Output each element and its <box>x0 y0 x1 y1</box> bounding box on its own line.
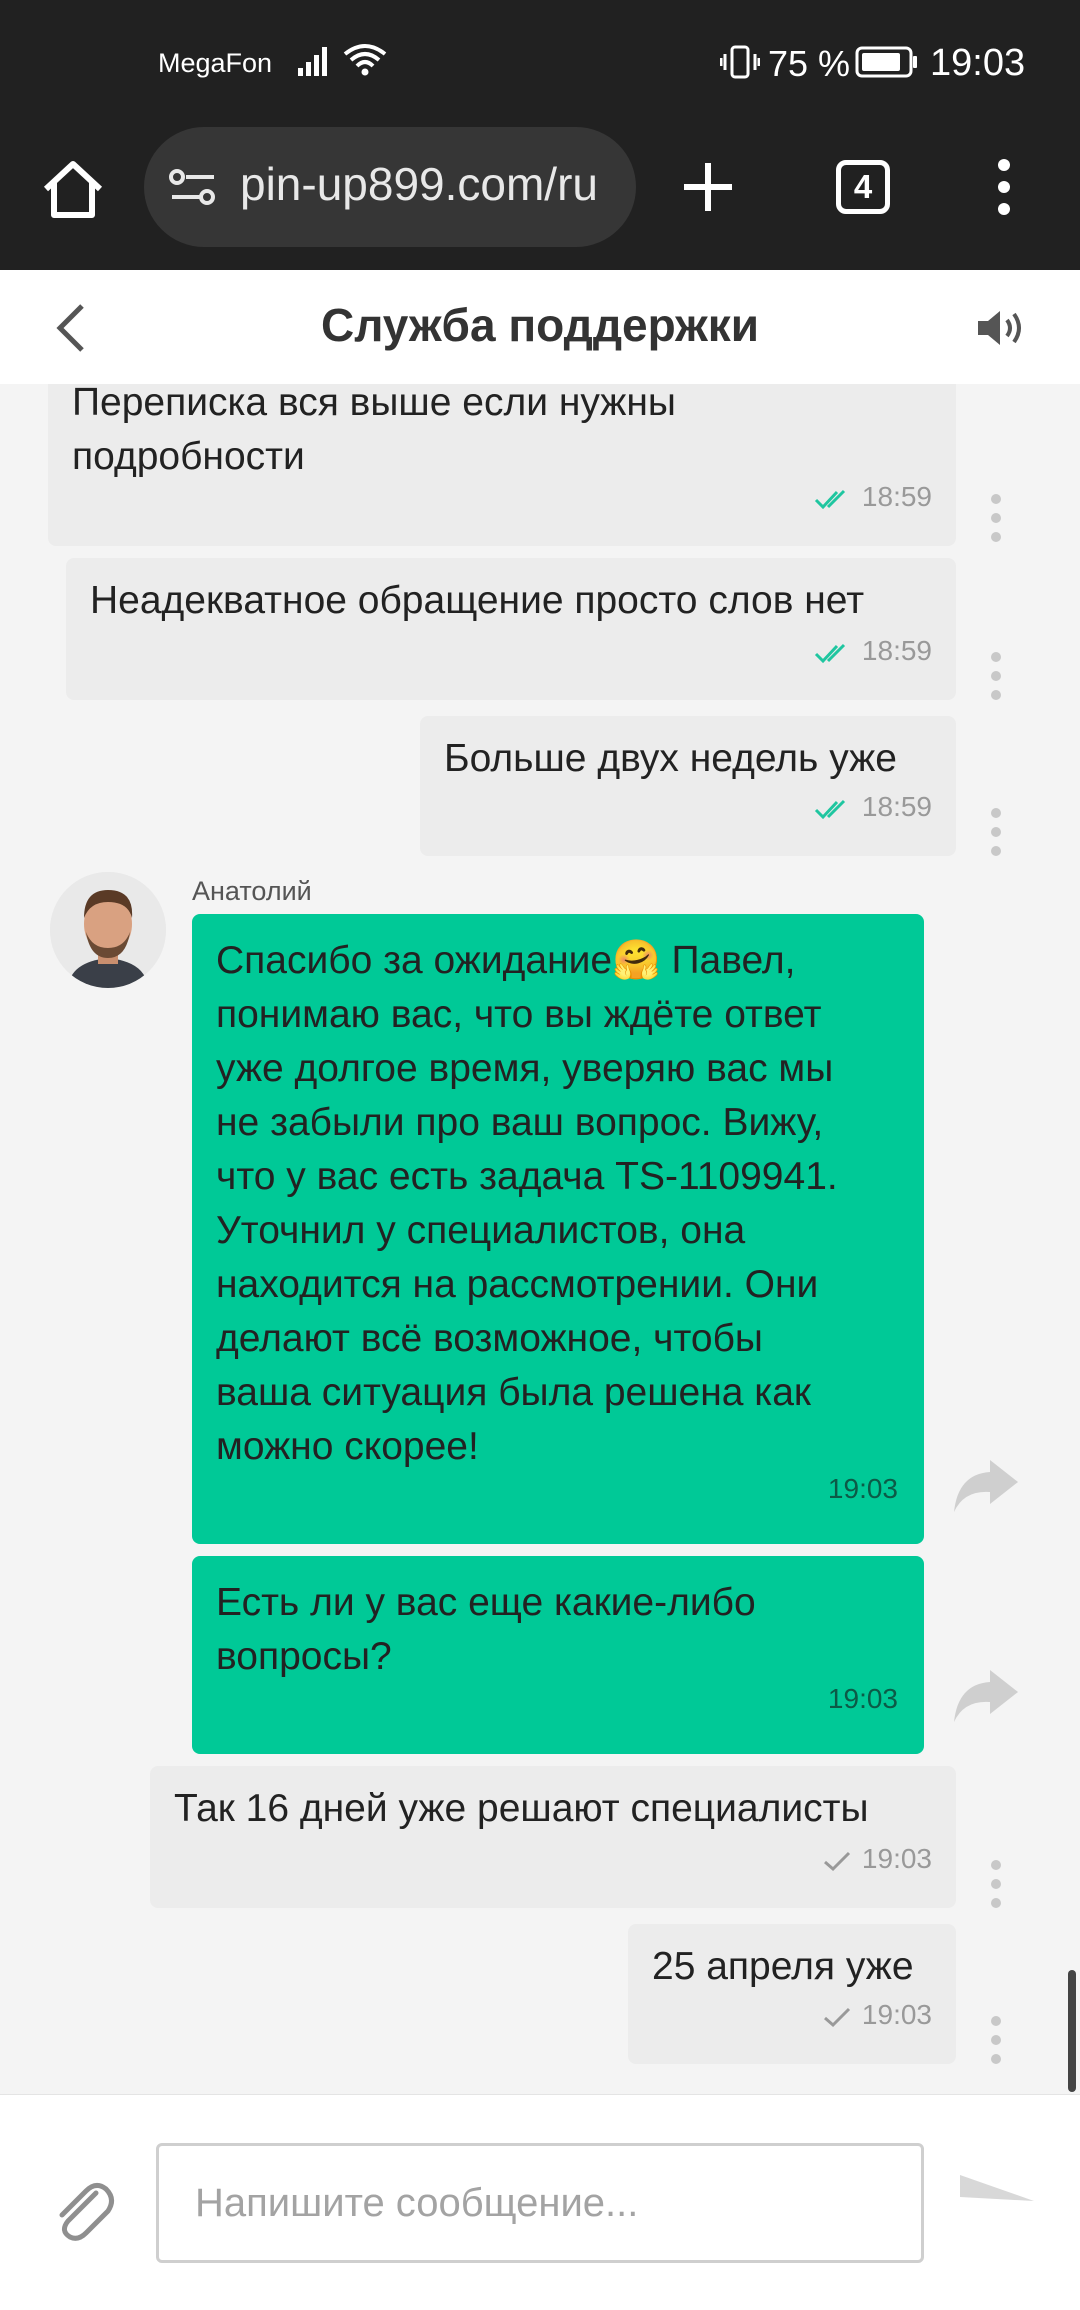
home-icon[interactable] <box>38 155 108 225</box>
browser-toolbar: pin-up899.com/ru 4 <box>0 125 1080 270</box>
share-icon[interactable] <box>950 1456 1020 1516</box>
message-options-icon[interactable] <box>988 494 1004 551</box>
carrier-label: MegaFon <box>158 48 273 78</box>
double-check-icon <box>814 799 845 819</box>
check-icon <box>823 2007 850 2027</box>
agent-message: Есть ли у вас еще какие-либо вопросы? 19… <box>192 1556 924 1754</box>
message-options-icon[interactable] <box>988 808 1004 865</box>
tab-switcher-button[interactable]: 4 <box>836 160 890 214</box>
message-meta: 19:03 <box>822 1988 932 2042</box>
send-icon[interactable] <box>958 2171 1036 2231</box>
message-text: Есть ли у вас еще какие-либо вопросы? <box>216 1581 756 1678</box>
message-meta: 18:59 <box>814 624 932 678</box>
user-message: Переписка вся выше если нужны подробност… <box>48 384 956 546</box>
message-text: Спасибо за ожидание🤗 Павел, понимаю вас,… <box>216 939 838 1468</box>
message-composer <box>0 2094 1080 2310</box>
paperclip-icon[interactable] <box>52 2175 116 2245</box>
message-meta: 19:03 <box>822 1832 932 1886</box>
message-meta: 18:59 <box>814 780 932 834</box>
user-message: Так 16 дней уже решают специалисты 19:03 <box>150 1766 956 1908</box>
signal-icon <box>298 47 327 76</box>
message-meta: 18:59 <box>814 470 932 524</box>
clock: 19:03 <box>930 42 1026 84</box>
status-bar: MegaFon 75 % 19:03 <box>0 0 1080 125</box>
message-time: 18:59 <box>861 635 932 666</box>
page-title: Служба поддержки <box>320 299 760 351</box>
message-text: 25 апреля уже <box>652 1945 914 1988</box>
more-menu-icon[interactable] <box>992 157 1016 217</box>
new-tab-icon[interactable] <box>680 159 736 215</box>
message-time: 19:03 <box>827 1473 898 1504</box>
agent-avatar <box>50 872 166 988</box>
chat-header: Служба поддержки <box>0 270 1080 384</box>
agent-name: Анатолий <box>192 876 312 906</box>
vibrate-icon <box>720 45 760 79</box>
double-check-icon <box>814 643 845 663</box>
url-bar[interactable]: pin-up899.com/ru <box>144 127 636 247</box>
message-options-icon[interactable] <box>988 2016 1004 2073</box>
user-message: Больше двух недель уже 18:59 <box>420 716 956 856</box>
battery-percent: 75 % <box>768 43 851 84</box>
sound-icon[interactable] <box>974 306 1028 350</box>
message-text: Так 16 дней уже решают специалисты <box>174 1787 869 1830</box>
double-check-icon <box>814 489 845 509</box>
scrollbar[interactable] <box>1068 1970 1076 2092</box>
message-input[interactable] <box>156 2143 924 2263</box>
share-icon[interactable] <box>950 1666 1020 1726</box>
wifi-icon <box>343 44 387 76</box>
message-time: 19:03 <box>861 1843 932 1874</box>
message-time: 19:03 <box>861 1999 932 2030</box>
message-options-icon[interactable] <box>988 1860 1004 1917</box>
message-time: 18:59 <box>861 791 932 822</box>
message-text: Неадекватное обращение просто слов нет <box>90 579 865 622</box>
chat-messages[interactable]: Переписка вся выше если нужны подробност… <box>0 384 1080 2094</box>
user-message: 25 апреля уже 19:03 <box>628 1924 956 2064</box>
user-message: Неадекватное обращение просто слов нет 1… <box>66 558 956 700</box>
agent-message: Спасибо за ожидание🤗 Павел, понимаю вас,… <box>192 914 924 1544</box>
message-text: Больше двух недель уже <box>444 737 897 780</box>
site-settings-icon[interactable] <box>168 165 218 209</box>
message-options-icon[interactable] <box>988 652 1004 709</box>
message-text: Переписка вся выше если нужны подробност… <box>72 384 676 478</box>
battery-icon <box>855 46 917 78</box>
check-icon <box>823 1851 850 1871</box>
message-time: 19:03 <box>827 1683 898 1714</box>
message-time: 18:59 <box>861 481 932 512</box>
url-text: pin-up899.com/ru <box>240 158 598 210</box>
